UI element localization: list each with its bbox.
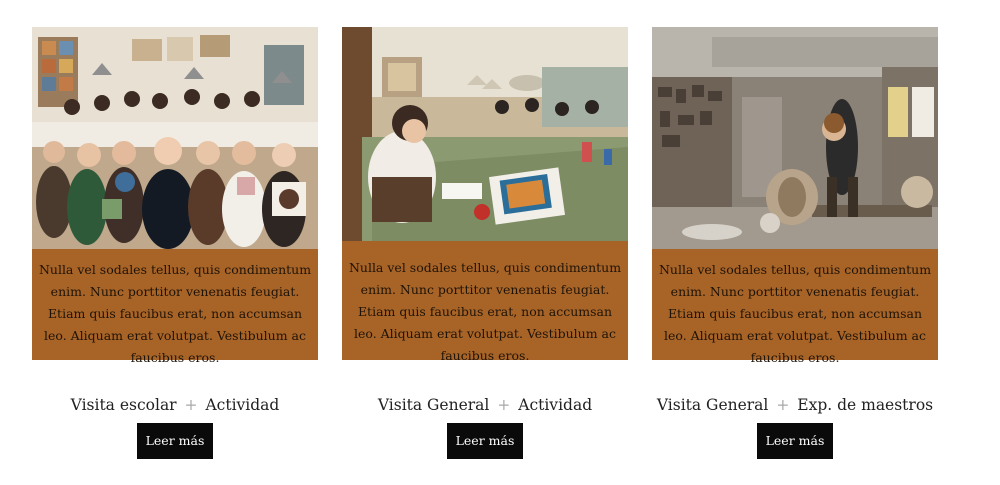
visit-title-general-masters: Visita General + Exp. de maestros <box>652 396 938 414</box>
title-main: Visita General <box>656 396 769 414</box>
title-extra: Exp. de maestros <box>797 396 934 414</box>
read-more-button-general-activity[interactable]: Leer más <box>447 423 523 459</box>
title-extra: Actividad <box>518 396 593 414</box>
school-workshop-photo <box>32 27 318 249</box>
craftsman-workshop-photo <box>652 27 938 249</box>
plus-separator: + <box>776 396 790 414</box>
plus-separator: + <box>184 396 198 414</box>
visit-card-school: Nulla vel sodales tellus, quis condiment… <box>32 27 318 365</box>
visit-card-general-masters: Nulla vel sodales tellus, quis condiment… <box>652 27 938 365</box>
visit-card-description: Nulla vel sodales tellus, quis condiment… <box>32 249 318 365</box>
title-main: Visita General <box>377 396 490 414</box>
plus-separator: + <box>497 396 511 414</box>
read-more-button-general-masters[interactable]: Leer más <box>757 423 833 459</box>
visits-section: Nulla vel sodales tellus, quis condiment… <box>0 0 1000 485</box>
visit-card-description: Nulla vel sodales tellus, quis condiment… <box>342 241 628 363</box>
visit-title-school: Visita escolar + Actividad <box>32 396 318 414</box>
visit-title-general-activity: Visita General + Actividad <box>342 396 628 414</box>
visit-card-description: Nulla vel sodales tellus, quis condiment… <box>652 249 938 365</box>
title-extra: Actividad <box>205 396 280 414</box>
title-main: Visita escolar <box>70 396 177 414</box>
read-more-button-school[interactable]: Leer más <box>137 423 213 459</box>
painting-class-photo <box>342 27 628 241</box>
visit-card-general-activity: Nulla vel sodales tellus, quis condiment… <box>342 27 628 363</box>
